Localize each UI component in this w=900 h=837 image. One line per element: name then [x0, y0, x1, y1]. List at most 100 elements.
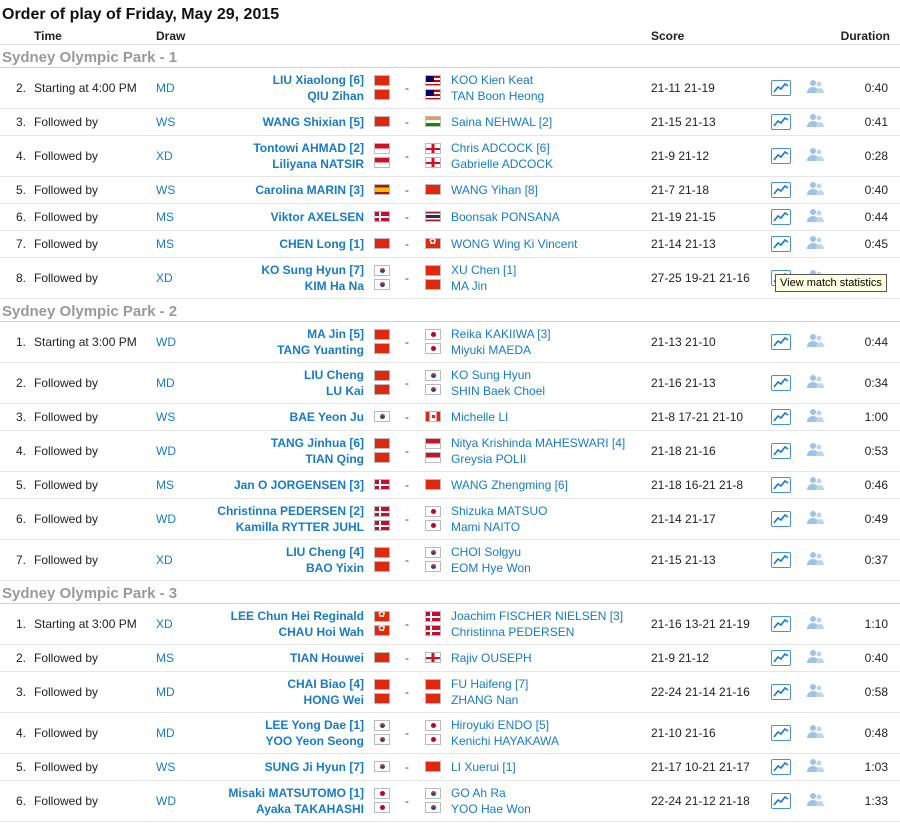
player-link[interactable]: CHEN Long [1] — [279, 236, 364, 252]
player-link[interactable]: Greysia POLII — [451, 451, 625, 467]
player-link[interactable]: Saina NEHWAL [2] — [451, 114, 552, 130]
player-link[interactable]: Reika KAKIIWA [3] — [451, 326, 551, 342]
draw-link[interactable]: MD — [156, 726, 175, 740]
player-link[interactable]: Liliyana NATSIR — [253, 156, 364, 172]
draw-link[interactable]: WD — [156, 444, 176, 458]
draw-link[interactable]: MS — [156, 237, 174, 251]
head-to-head-icon[interactable] — [806, 682, 826, 702]
player-link[interactable]: LIU Cheng — [304, 367, 364, 383]
player-link[interactable]: TIAN Houwei — [290, 650, 364, 666]
player-link[interactable]: Rajiv OUSEPH — [451, 650, 532, 666]
draw-link[interactable]: MS — [156, 651, 174, 665]
player-link[interactable]: FU Haifeng [7] — [451, 676, 528, 692]
player-link[interactable]: Nitya Krishinda MAHESWARI [4] — [451, 435, 625, 451]
head-to-head-icon[interactable] — [806, 791, 826, 811]
head-to-head-icon[interactable] — [806, 234, 826, 254]
player-link[interactable]: Hiroyuki ENDO [5] — [451, 717, 559, 733]
match-statistics-button[interactable] — [771, 334, 791, 350]
draw-link[interactable]: MS — [156, 478, 174, 492]
draw-link[interactable]: XD — [156, 553, 173, 567]
match-statistics-button[interactable] — [771, 650, 791, 666]
player-link[interactable]: WANG Zhengming [6] — [451, 477, 568, 493]
player-link[interactable]: EOM Hye Won — [451, 560, 531, 576]
player-link[interactable]: Mami NAITO — [451, 519, 547, 535]
player-link[interactable]: BAE Yeon Ju — [290, 409, 364, 425]
player-link[interactable]: Jan O JORGENSEN [3] — [234, 477, 364, 493]
player-link[interactable]: WANG Shixian [5] — [263, 114, 364, 130]
head-to-head-icon[interactable] — [806, 723, 826, 743]
draw-link[interactable]: WD — [156, 512, 176, 526]
match-statistics-button[interactable] — [771, 375, 791, 391]
player-link[interactable]: LEE Chun Hei Reginald — [231, 608, 364, 624]
head-to-head-icon[interactable] — [806, 509, 826, 529]
player-link[interactable]: GO Ah Ra — [451, 785, 531, 801]
draw-link[interactable]: WD — [156, 794, 176, 808]
player-link[interactable]: Viktor AXELSEN — [271, 209, 364, 225]
head-to-head-icon[interactable] — [806, 112, 826, 132]
player-link[interactable]: SHIN Baek Choel — [451, 383, 545, 399]
draw-link[interactable]: WD — [156, 335, 176, 349]
match-statistics-button[interactable] — [771, 409, 791, 425]
draw-link[interactable]: MD — [156, 81, 175, 95]
player-link[interactable]: TIAN Qing — [271, 451, 364, 467]
head-to-head-icon[interactable] — [806, 441, 826, 461]
player-link[interactable]: Kamilla RYTTER JUHL — [217, 519, 364, 535]
player-link[interactable]: LU Kai — [304, 383, 364, 399]
player-link[interactable]: TANG Jinhua [6] — [271, 435, 364, 451]
match-statistics-button[interactable] — [771, 182, 791, 198]
player-link[interactable]: LIU Xiaolong [6] — [273, 72, 364, 88]
head-to-head-icon[interactable] — [806, 78, 826, 98]
head-to-head-icon[interactable] — [806, 757, 826, 777]
player-link[interactable]: Christinna PEDERSEN — [451, 624, 623, 640]
draw-link[interactable]: MD — [156, 685, 175, 699]
match-statistics-button[interactable] — [771, 684, 791, 700]
draw-link[interactable]: WS — [156, 410, 175, 424]
match-statistics-button[interactable] — [771, 552, 791, 568]
player-link[interactable]: XU Chen [1] — [451, 262, 516, 278]
player-link[interactable]: WONG Wing Ki Vincent — [451, 236, 577, 252]
player-link[interactable]: ZHANG Nan — [451, 692, 528, 708]
player-link[interactable]: BAO Yixin — [286, 560, 364, 576]
player-link[interactable]: CHAU Hoi Wah — [231, 624, 364, 640]
draw-link[interactable]: WS — [156, 183, 175, 197]
match-statistics-button[interactable] — [771, 511, 791, 527]
draw-link[interactable]: XD — [156, 617, 173, 631]
player-link[interactable]: Gabrielle ADCOCK — [451, 156, 553, 172]
player-link[interactable]: MA Jin [5] — [277, 326, 364, 342]
draw-link[interactable]: MS — [156, 210, 174, 224]
draw-link[interactable]: MD — [156, 376, 175, 390]
match-statistics-button[interactable] — [771, 477, 791, 493]
head-to-head-icon[interactable] — [806, 614, 826, 634]
draw-link[interactable]: WS — [156, 760, 175, 774]
player-link[interactable]: Michelle LI — [451, 409, 508, 425]
head-to-head-icon[interactable] — [806, 146, 826, 166]
player-link[interactable]: Ayaka TAKAHASHI — [228, 801, 364, 817]
player-link[interactable]: HONG Wei — [287, 692, 364, 708]
player-link[interactable]: MA Jin — [451, 278, 516, 294]
head-to-head-icon[interactable] — [806, 475, 826, 495]
match-statistics-button[interactable] — [771, 616, 791, 632]
draw-link[interactable]: XD — [156, 271, 173, 285]
match-statistics-button[interactable] — [771, 114, 791, 130]
match-statistics-button[interactable] — [771, 209, 791, 225]
player-link[interactable]: CHOI Solgyu — [451, 544, 531, 560]
player-link[interactable]: TAN Boon Heong — [451, 88, 544, 104]
player-link[interactable]: Boonsak PONSANA — [451, 209, 560, 225]
player-link[interactable]: Tontowi AHMAD [2] — [253, 140, 364, 156]
player-link[interactable]: Miyuki MAEDA — [451, 342, 551, 358]
head-to-head-icon[interactable] — [806, 648, 826, 668]
player-link[interactable]: KOO Kien Keat — [451, 72, 544, 88]
player-link[interactable]: Misaki MATSUTOMO [1] — [228, 785, 364, 801]
head-to-head-icon[interactable] — [806, 180, 826, 200]
player-link[interactable]: SUNG Ji Hyun [7] — [265, 759, 364, 775]
player-link[interactable]: Shizuka MATSUO — [451, 503, 547, 519]
head-to-head-icon[interactable] — [806, 550, 826, 570]
draw-link[interactable]: XD — [156, 149, 173, 163]
head-to-head-icon[interactable] — [806, 207, 826, 227]
player-link[interactable]: YOO Hae Won — [451, 801, 531, 817]
player-link[interactable]: KO Sung Hyun [7] — [261, 262, 364, 278]
player-link[interactable]: Joachim FISCHER NIELSEN [3] — [451, 608, 623, 624]
match-statistics-button[interactable] — [771, 759, 791, 775]
player-link[interactable]: YOO Yeon Seong — [265, 733, 364, 749]
player-link[interactable]: QIU Zihan — [273, 88, 364, 104]
